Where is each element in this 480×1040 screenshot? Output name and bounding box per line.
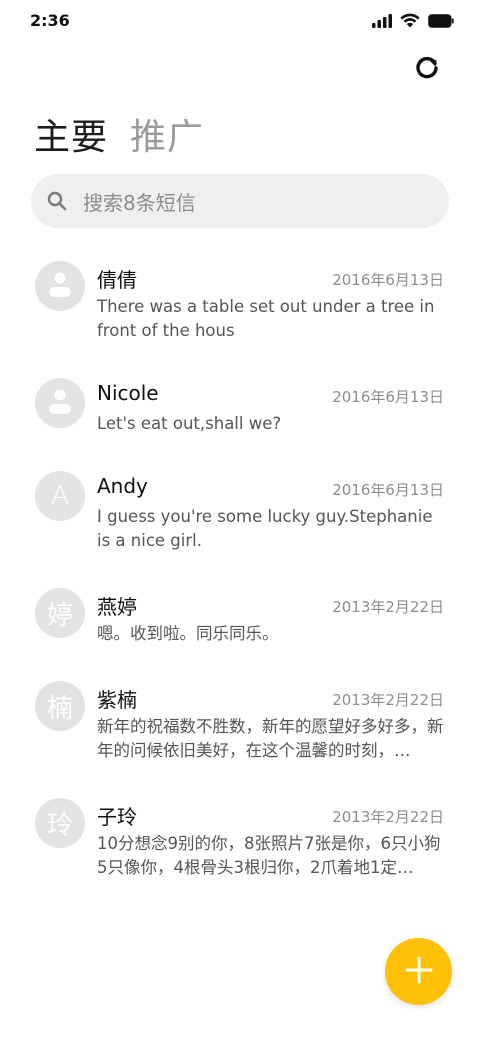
plus-icon [405,956,433,988]
message-date: 2016年6月13日 [332,388,444,406]
message-item[interactable]: 倩倩 2016年6月13日 There was a table set out … [0,250,480,360]
contact-name: Andy [97,474,148,498]
refresh-button[interactable] [412,55,442,85]
person-icon [35,261,85,311]
message-preview: I guess you're some lucky guy.Stephanie … [97,507,433,550]
refresh-icon [414,55,440,85]
message-date: 2013年2月22日 [332,808,444,826]
signal-icon [372,13,392,28]
avatar-letter: 楠 [46,693,73,724]
message-preview: 嗯。收到啦。同乐同乐。 [97,624,279,643]
search-placeholder: 搜索8条短信 [83,190,196,215]
avatar [35,261,85,311]
contact-name: 倩倩 [97,268,137,292]
avatar-letter: 婷 [46,600,73,631]
message-preview: Let's eat out,shall we? [97,414,282,433]
message-date: 2016年6月13日 [332,481,444,499]
search-input[interactable]: 搜索8条短信 [31,174,449,228]
tab-primary[interactable]: 主要 [34,108,108,160]
contact-name: Nicole [97,381,159,405]
avatar: A [35,471,85,521]
message-item[interactable]: 婷 燕婷 2013年2月22日 嗯。收到啦。同乐同乐。 [0,577,480,667]
message-date: 2016年6月13日 [332,271,444,289]
tab-promotions[interactable]: 推广 [130,108,204,160]
status-icons [372,13,454,28]
message-date: 2013年2月22日 [332,598,444,616]
battery-icon [428,13,454,28]
avatar: 婷 [35,588,85,638]
avatar-letter: 玲 [46,810,73,841]
contact-name: 燕婷 [97,595,137,619]
compose-button[interactable] [385,938,452,1005]
avatar: 玲 [35,798,85,848]
message-item[interactable]: Nicole 2016年6月13日 Let's eat out,shall we… [0,367,480,457]
avatar-letter: A [51,481,69,511]
message-preview: There was a table set out under a tree i… [97,297,435,340]
message-item[interactable]: 楠 紫楠 2013年2月22日 新年的祝福数不胜数，新年的愿望好多好多，新年的问… [0,670,480,780]
search-icon [47,191,67,211]
message-item[interactable]: A Andy 2016年6月13日 I guess you're some lu… [0,460,480,570]
avatar: 楠 [35,681,85,731]
avatar [35,378,85,428]
message-preview: 新年的祝福数不胜数，新年的愿望好多好多，新年的问候依旧美好，在这个温馨的时刻，… [97,717,444,760]
person-icon [35,378,85,428]
contact-name: 紫楠 [97,688,137,712]
status-bar: 2:36 [0,0,480,42]
message-preview: 10分想念9别的你，8张照片7张是你，6只小狗5只像你，4根骨头3根归你，2爪着… [97,834,441,877]
wifi-icon [400,13,420,28]
contact-name: 子玲 [97,805,137,829]
status-time: 2:36 [30,11,70,30]
message-item[interactable]: 玲 子玲 2013年2月22日 10分想念9别的你，8张照片7张是你，6只小狗5… [0,787,480,897]
tab-bar: 主要 推广 [34,108,204,160]
message-date: 2013年2月22日 [332,691,444,709]
